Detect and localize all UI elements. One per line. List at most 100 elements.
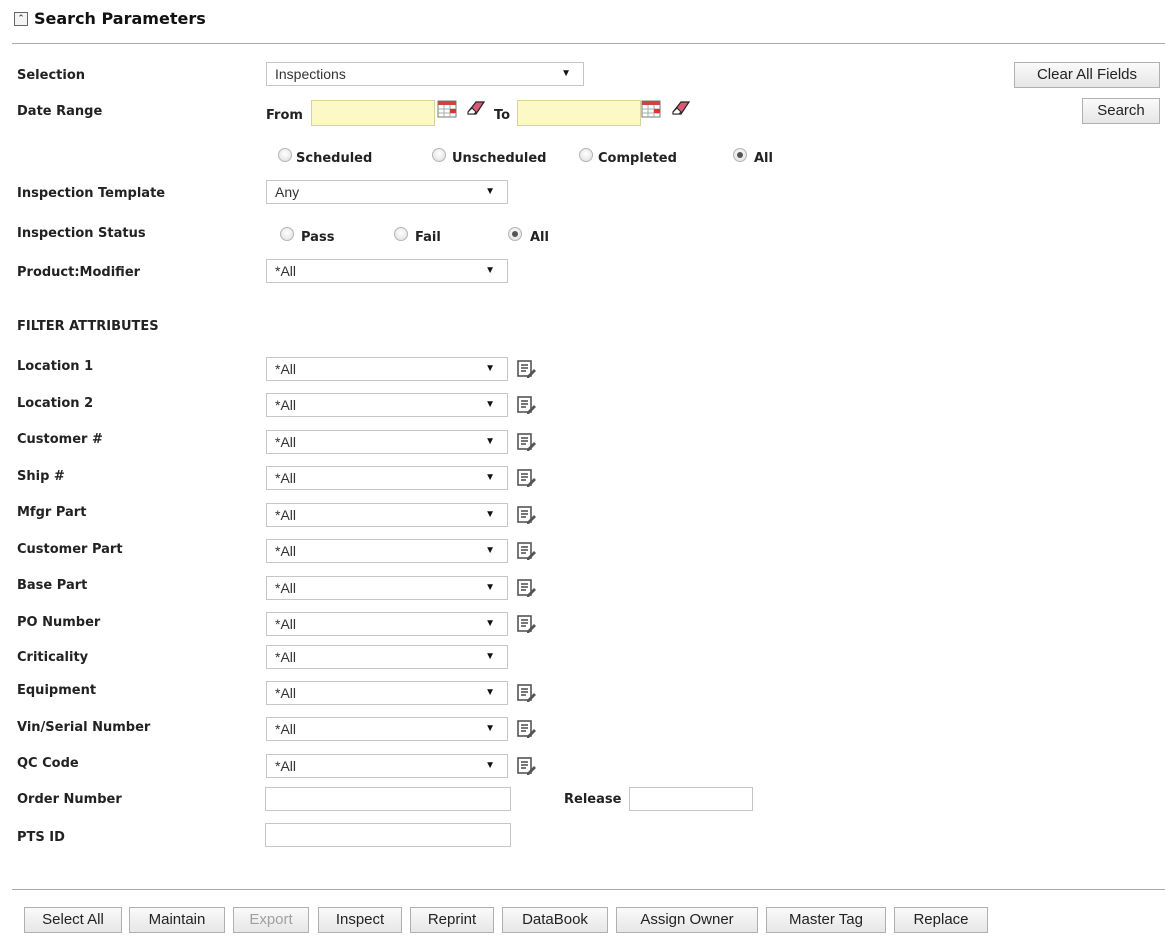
radio-unscheduled[interactable] (432, 148, 446, 162)
maintain-button[interactable]: Maintain (129, 907, 225, 933)
radio-pass[interactable] (280, 227, 294, 241)
list-picker-icon[interactable] (516, 432, 536, 452)
to-date-field[interactable] (517, 100, 641, 126)
mfgr-part-dropdown[interactable]: *All ▼ (266, 503, 508, 527)
inspection-status-label: Inspection Status (17, 226, 146, 241)
location-2-dropdown[interactable]: *All ▼ (266, 393, 508, 417)
filter-label: Customer # (17, 432, 103, 447)
assign-owner-button[interactable]: Assign Owner (616, 907, 758, 933)
filter-label: QC Code (17, 756, 79, 771)
list-picker-icon[interactable] (516, 578, 536, 598)
radio-unscheduled-label: Unscheduled (452, 151, 547, 166)
dropdown-arrow-icon: ▼ (485, 363, 495, 374)
customer-number-dropdown[interactable]: *All ▼ (266, 430, 508, 454)
list-picker-icon[interactable] (516, 468, 536, 488)
filter-label: Equipment (17, 683, 97, 698)
dropdown-arrow-icon: ▼ (485, 472, 495, 483)
pts-id-input[interactable] (265, 823, 511, 847)
inspect-button[interactable]: Inspect (318, 907, 402, 933)
selection-value: Inspections (275, 66, 346, 82)
filter-value: *All (275, 758, 297, 774)
filter-value: *All (275, 434, 297, 450)
radio-scheduled[interactable] (278, 148, 292, 162)
customer-part-dropdown[interactable]: *All ▼ (266, 539, 508, 563)
filter-value: *All (275, 685, 297, 701)
eraser-icon[interactable] (671, 100, 691, 116)
list-picker-icon[interactable] (516, 719, 536, 739)
radio-completed[interactable] (579, 148, 593, 162)
ship-number-dropdown[interactable]: *All ▼ (266, 466, 508, 490)
base-part-dropdown[interactable]: *All ▼ (266, 576, 508, 600)
vin-serial-dropdown[interactable]: *All ▼ (266, 717, 508, 741)
list-picker-icon[interactable] (516, 541, 536, 561)
release-label: Release (564, 792, 622, 807)
list-picker-icon[interactable] (516, 756, 536, 776)
filter-label: PO Number (17, 615, 101, 630)
master-tag-button[interactable]: Master Tag (766, 907, 886, 933)
product-modifier-label: Product:Modifier (17, 265, 141, 280)
list-picker-icon[interactable] (516, 614, 536, 634)
collapse-up-icon[interactable]: ⌃ (14, 12, 28, 26)
radio-scheduled-label: Scheduled (296, 151, 373, 166)
filter-value: *All (275, 649, 297, 665)
dropdown-arrow-icon: ▼ (485, 545, 495, 556)
dropdown-arrow-icon: ▼ (485, 618, 495, 629)
filter-label: Location 1 (17, 359, 94, 374)
reprint-button[interactable]: Reprint (410, 907, 494, 933)
inspection-template-dropdown[interactable]: Any ▼ (266, 180, 508, 204)
product-modifier-dropdown[interactable]: *All ▼ (266, 259, 508, 283)
calendar-icon[interactable] (641, 100, 661, 118)
list-picker-icon[interactable] (516, 359, 536, 379)
dropdown-arrow-icon: ▼ (485, 509, 495, 520)
list-picker-icon[interactable] (516, 395, 536, 415)
location-1-dropdown[interactable]: *All ▼ (266, 357, 508, 381)
criticality-dropdown[interactable]: *All ▼ (266, 645, 508, 669)
filter-value: *All (275, 470, 297, 486)
filter-attributes-heading: FILTER ATTRIBUTES (17, 319, 159, 334)
calendar-icon[interactable] (437, 100, 457, 118)
radio-fail-label: Fail (415, 230, 441, 245)
dropdown-arrow-icon: ▼ (485, 186, 495, 197)
radio-all-schedule-label: All (754, 151, 773, 166)
order-number-label: Order Number (17, 792, 122, 807)
filter-value: *All (275, 721, 297, 737)
dropdown-arrow-icon: ▼ (485, 265, 495, 276)
radio-fail[interactable] (394, 227, 408, 241)
export-button[interactable]: Export (233, 907, 309, 933)
release-input[interactable] (629, 787, 753, 811)
dropdown-arrow-icon: ▼ (485, 760, 495, 771)
equipment-dropdown[interactable]: *All ▼ (266, 681, 508, 705)
radio-all-status[interactable] (508, 227, 522, 241)
from-date-field[interactable] (311, 100, 435, 126)
filter-value: *All (275, 616, 297, 632)
clear-all-fields-button[interactable]: Clear All Fields (1014, 62, 1160, 88)
filter-label: Criticality (17, 650, 89, 665)
dropdown-arrow-icon: ▼ (485, 687, 495, 698)
filter-label: Location 2 (17, 396, 94, 411)
order-number-input[interactable] (265, 787, 511, 811)
po-number-dropdown[interactable]: *All ▼ (266, 612, 508, 636)
radio-pass-label: Pass (301, 230, 335, 245)
search-button[interactable]: Search (1082, 98, 1160, 124)
dropdown-arrow-icon: ▼ (485, 723, 495, 734)
radio-completed-label: Completed (598, 151, 677, 166)
list-picker-icon[interactable] (516, 505, 536, 525)
dropdown-arrow-icon: ▼ (485, 651, 495, 662)
eraser-icon[interactable] (466, 100, 486, 116)
qc-code-dropdown[interactable]: *All ▼ (266, 754, 508, 778)
radio-all-schedule[interactable] (733, 148, 747, 162)
selection-dropdown[interactable]: Inspections ▼ (266, 62, 584, 86)
filter-value: *All (275, 580, 297, 596)
databook-button[interactable]: DataBook (502, 907, 608, 933)
filter-value: *All (275, 361, 297, 377)
replace-button[interactable]: Replace (894, 907, 988, 933)
selection-label: Selection (17, 68, 86, 83)
to-label: To (494, 108, 511, 123)
inspection-template-label: Inspection Template (17, 186, 166, 201)
inspection-template-value: Any (275, 184, 300, 200)
dropdown-arrow-icon: ▼ (485, 436, 495, 447)
dropdown-arrow-icon: ▼ (485, 582, 495, 593)
select-all-button[interactable]: Select All (24, 907, 122, 933)
dropdown-arrow-icon: ▼ (485, 399, 495, 410)
list-picker-icon[interactable] (516, 683, 536, 703)
